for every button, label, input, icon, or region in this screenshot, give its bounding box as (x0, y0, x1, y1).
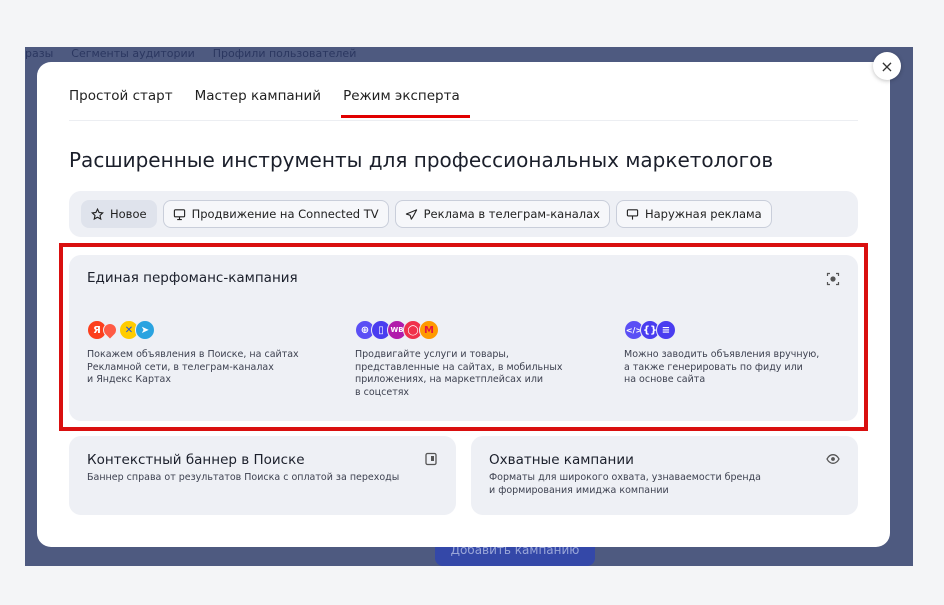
market-icon: M (419, 320, 439, 340)
performance-column-placements: Я ✕ ➤ Покажем объявления в Поиске, на са… (87, 319, 322, 387)
filter-bar: Новое Продвижение на Connected TV Реклам… (69, 191, 858, 237)
description-line: Можно заводить объявления вручную, (624, 349, 820, 360)
column-description: Покажем объявления в Поиске, на сайтах Р… (87, 349, 322, 387)
list-icon: ≡ (656, 320, 676, 340)
column-description: Можно заводить объявления вручную, а так… (624, 349, 859, 387)
tv-icon (173, 208, 185, 220)
eye-icon (826, 454, 840, 464)
tab-campaign-wizard[interactable]: Мастер кампаний (195, 88, 321, 118)
billboard-icon (626, 208, 639, 220)
description-line: приложениях, на маркетплейсах или (355, 374, 544, 385)
banner-icon (425, 452, 437, 466)
description-line: на основе сайта (624, 374, 706, 385)
background-nav-item: Профили пользователей (212, 47, 357, 60)
star-icon (91, 207, 104, 220)
tab-expert-mode[interactable]: Режим эксперта (341, 88, 470, 118)
description-line: Покажем объявления в Поиске, на сайтах (87, 349, 299, 360)
filter-chip-label: Продвижение на Connected TV (191, 207, 379, 221)
send-icon (405, 208, 417, 220)
description-line: и формирования имиджа компании (489, 484, 669, 496)
filter-chip-label: Наружная реклама (644, 207, 762, 221)
column-description: Продвигайте услуги и товары, представлен… (355, 349, 590, 399)
telegram-icon: ➤ (135, 320, 155, 340)
description-line: Рекламной сети, в телеграм-каналах (87, 361, 274, 373)
card-title: Контекстный баннер в Поиске (87, 452, 305, 468)
performance-column-products: ⊕ ▯ WB ◯ M Продвигайте услуги и товары, … (355, 319, 590, 399)
product-icons: ⊕ ▯ WB ◯ M (355, 319, 590, 341)
performance-campaign-card[interactable]: Единая перфоманс-кампания Я ✕ ➤ Покажем … (69, 255, 858, 421)
background-nav-item: Сегменты аудитории (71, 47, 195, 60)
campaign-type-modal: Простой старт Мастер кампаний Режим эксп… (37, 62, 890, 547)
card-description: Баннер справа от результатов Поиска с оп… (87, 472, 399, 485)
reach-campaigns-card[interactable]: Охватные кампании Форматы для широкого о… (471, 436, 858, 515)
tab-simple-start[interactable]: Простой старт (69, 88, 173, 118)
filter-chip-label: Реклама в телеграм-каналах (423, 207, 600, 221)
filter-chip-outdoor[interactable]: Наружная реклама (615, 200, 772, 228)
filter-chip-label: Новое (110, 207, 147, 221)
tab-divider (69, 120, 858, 121)
background-nav: разы Сегменты аудитории Профили пользова… (25, 47, 356, 61)
description-line: и Яндекс Картах (87, 374, 171, 385)
description-line: Баннер справа от результатов Поиска с оп… (87, 472, 400, 483)
description-line: в соцсетях (355, 386, 410, 398)
description-line: Продвигайте услуги и товары, (355, 349, 509, 360)
target-icon (826, 272, 840, 286)
description-line: представленные на сайтах, в мобильных (355, 361, 563, 373)
card-description: Форматы для широкого охвата, узнаваемост… (489, 472, 761, 497)
background-nav-item: разы (25, 47, 54, 60)
description-line: а также генерировать по фиду или (624, 361, 803, 373)
description-line: Форматы для широкого охвата, узнаваемост… (489, 472, 762, 483)
card-title: Охватные кампании (489, 452, 634, 468)
close-icon: × (880, 56, 894, 76)
performance-column-creation: </> {} ≡ Можно заводить объявления вручн… (624, 319, 859, 387)
placement-icons: Я ✕ ➤ (87, 319, 322, 341)
creation-icons: </> {} ≡ (624, 319, 859, 341)
filter-chip-telegram[interactable]: Реклама в телеграм-каналах (394, 200, 610, 228)
close-button[interactable]: × (873, 52, 901, 80)
mode-tabs: Простой старт Мастер кампаний Режим эксп… (69, 88, 470, 118)
modal-heading: Расширенные инструменты для профессионал… (69, 148, 774, 172)
card-title: Единая перфоманс-кампания (87, 270, 298, 286)
filter-chip-connected-tv[interactable]: Продвижение на Connected TV (162, 200, 389, 228)
filter-chip-new[interactable]: Новое (81, 200, 157, 228)
context-banner-card[interactable]: Контекстный баннер в Поиске Баннер справ… (69, 436, 456, 515)
